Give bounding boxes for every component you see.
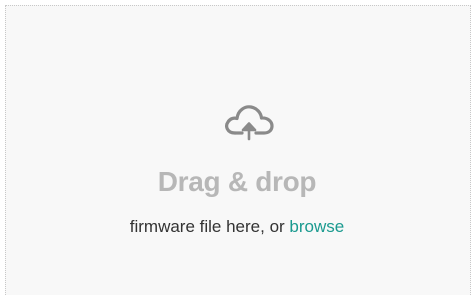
dropzone-hint-text: firmware file here, or xyxy=(129,217,290,236)
cloud-upload-icon xyxy=(221,99,277,145)
browse-link[interactable]: browse xyxy=(289,217,344,236)
dropzone-hint: firmware file here, or browse xyxy=(0,215,474,239)
dropzone-title: Drag & drop xyxy=(157,166,317,197)
firmware-dropzone[interactable] xyxy=(5,5,471,295)
